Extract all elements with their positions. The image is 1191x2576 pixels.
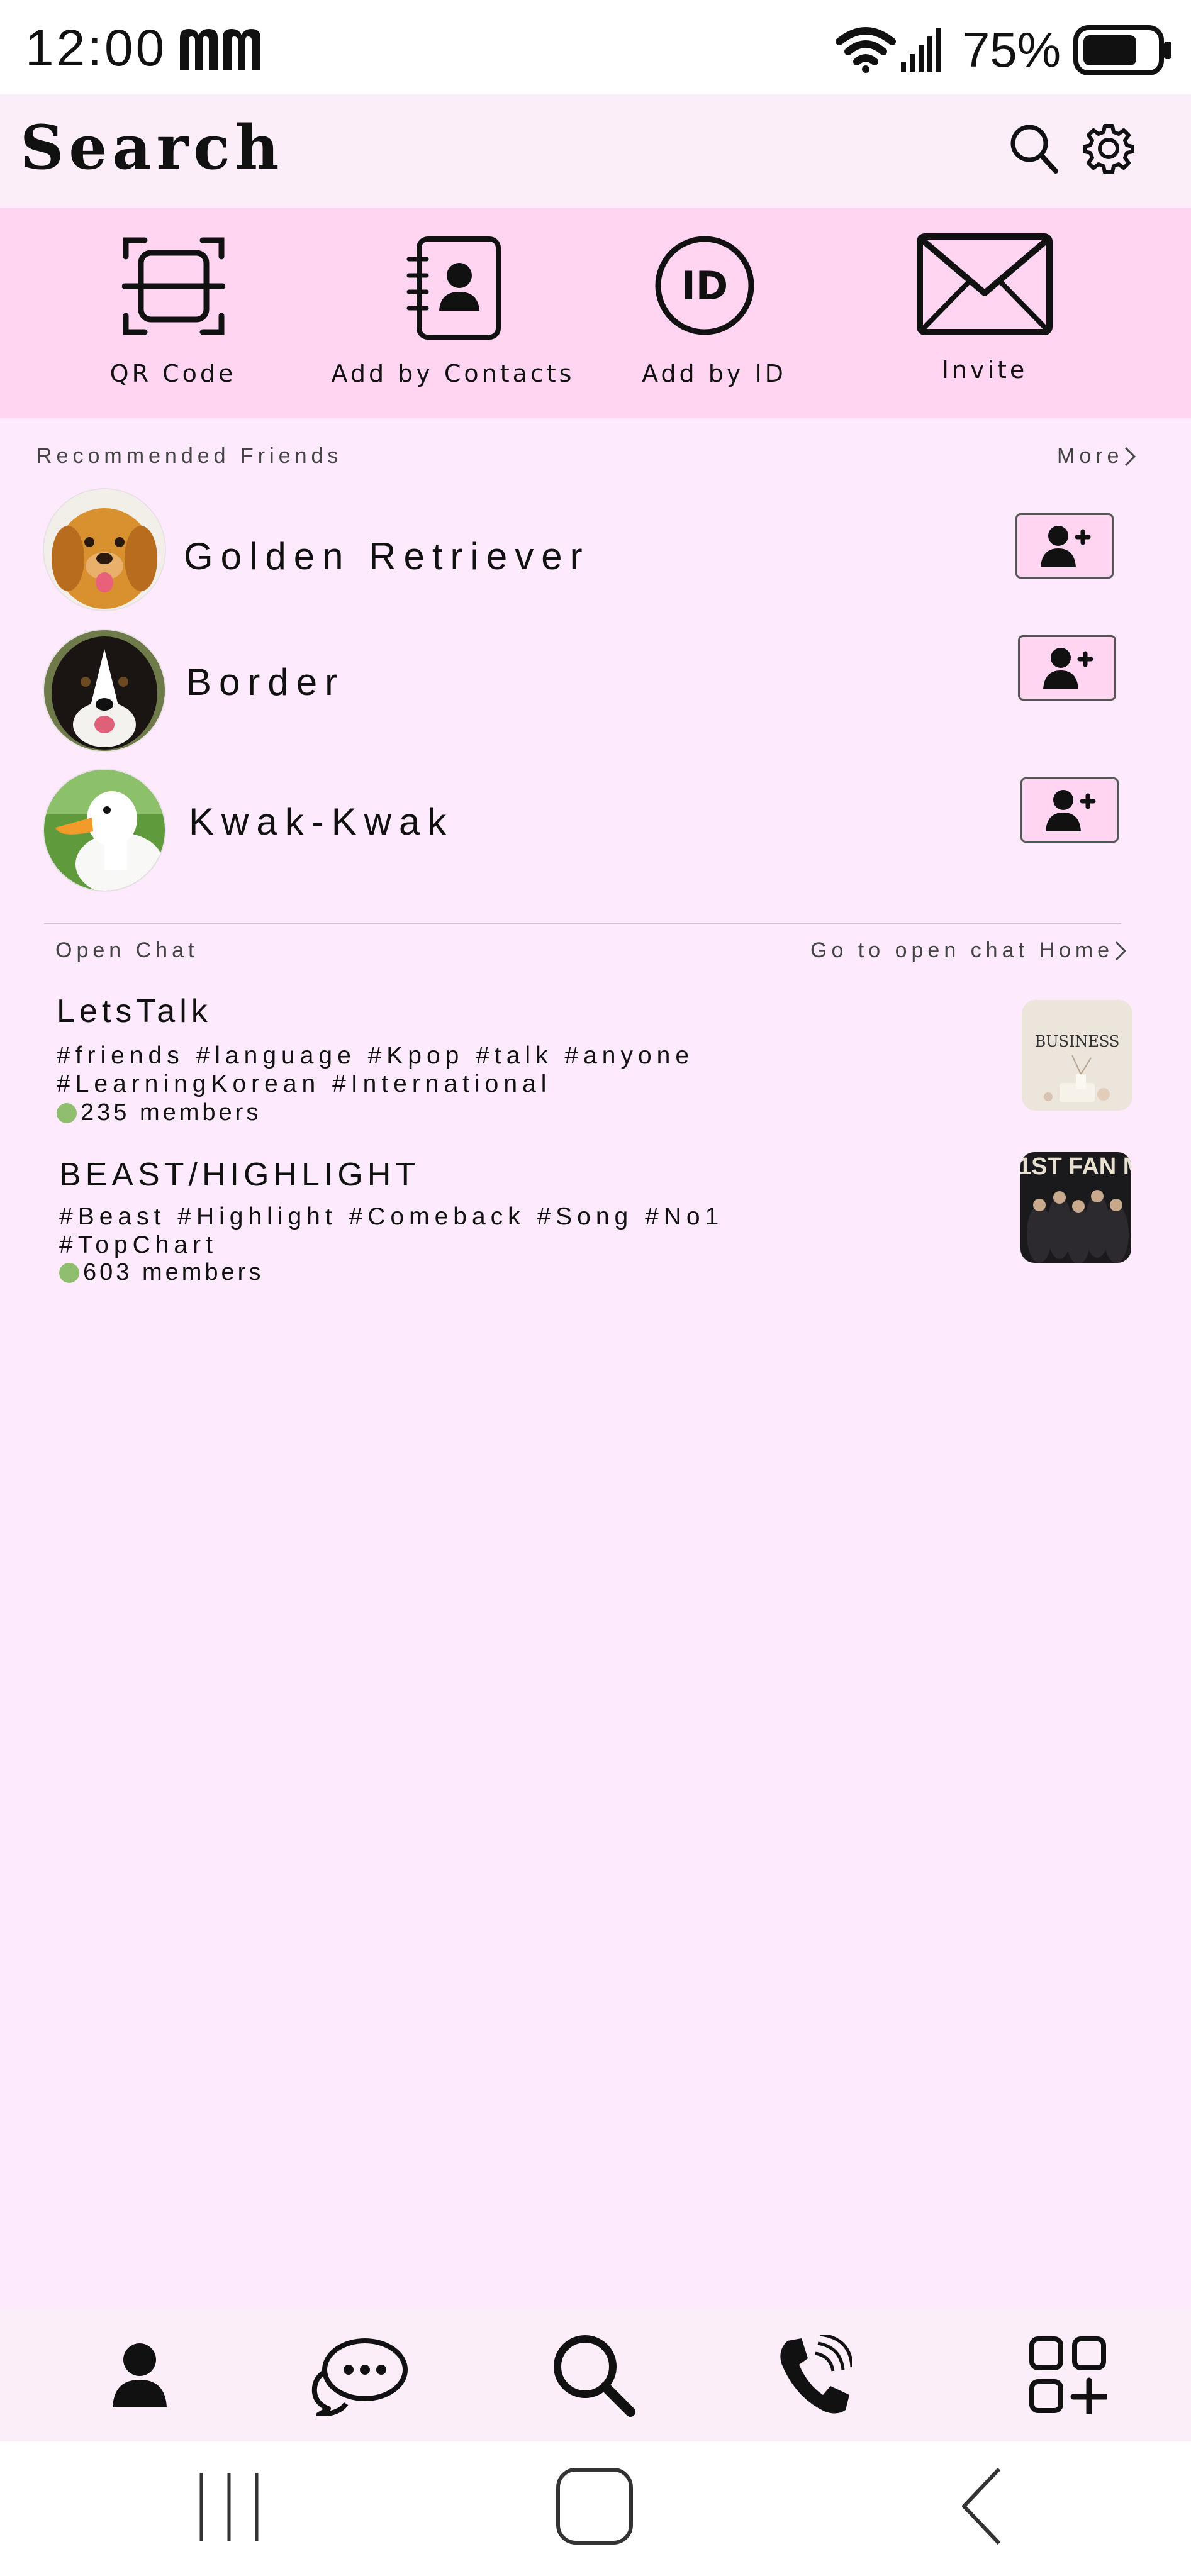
- add-friend-button[interactable]: [1018, 635, 1116, 701]
- more-link[interactable]: More: [1057, 444, 1137, 469]
- notification-m-icon: [180, 29, 260, 70]
- chevron-right-icon: [1125, 447, 1136, 466]
- nav-chats-tab[interactable]: [297, 2309, 423, 2441]
- search-icon[interactable]: [1009, 122, 1060, 175]
- recommended-friends-label: Recommended Friends: [36, 444, 343, 468]
- avatar-border[interactable]: [43, 629, 166, 752]
- border-collie-photo: [44, 630, 165, 751]
- svg-text:ID: ID: [681, 263, 729, 309]
- status-time: 12:00: [25, 19, 167, 77]
- open-chat-title: LetsTalk: [57, 993, 212, 1030]
- open-chat-tags: #Beast #Highlight #Comeback #Song #No1 #…: [59, 1203, 724, 1258]
- recent-apps-icon[interactable]: [195, 2469, 264, 2545]
- add-person-icon: [1046, 790, 1096, 831]
- add-by-id-button[interactable]: ID Add by ID: [629, 208, 799, 418]
- invite-label: Invite: [941, 356, 1028, 384]
- battery-percent: 75%: [963, 22, 1061, 77]
- open-chat-thumbnail: 1ST FAN MA: [1020, 1152, 1131, 1263]
- system-navigation: [0, 2441, 1191, 2576]
- nav-search-tab[interactable]: [531, 2309, 657, 2441]
- page-title: Search: [20, 112, 284, 183]
- members-avatar-icon: [57, 1102, 77, 1123]
- nav-calls-tab[interactable]: [751, 2309, 877, 2441]
- add-by-contacts-label: Add by Contacts: [331, 360, 575, 387]
- nav-friends-tab[interactable]: [77, 2309, 203, 2441]
- open-chat-item[interactable]: LetsTalk #friends #language #Kpop #talk …: [50, 987, 1145, 1132]
- open-chat-item[interactable]: BEAST/HIGHLIGHT #Beast #Highlight #Comeb…: [53, 1152, 1148, 1297]
- add-by-id-label: Add by ID: [642, 360, 786, 387]
- friend-name: Kwak-Kwak: [189, 801, 454, 843]
- open-chat-members: 235 members: [57, 1099, 261, 1126]
- back-icon[interactable]: [959, 2467, 1003, 2546]
- quick-actions-bar: QR Code Add by Contacts ID Add by ID Inv…: [0, 208, 1191, 418]
- add-person-icon: [1041, 526, 1091, 567]
- qr-code-label: QR Code: [109, 360, 237, 387]
- home-icon[interactable]: [555, 2467, 634, 2546]
- envelope-icon: [917, 233, 1053, 335]
- avatar-golden-retriever[interactable]: [43, 488, 166, 611]
- contacts-book-icon: [406, 236, 501, 340]
- open-chat-tags: #friends #language #Kpop #talk #anyone #…: [57, 1042, 695, 1097]
- id-circle-icon: ID: [655, 236, 754, 335]
- gear-icon[interactable]: [1082, 122, 1135, 175]
- more-link-label: More: [1057, 444, 1124, 468]
- avatar-kwak-kwak[interactable]: [43, 769, 166, 892]
- golden-retriever-photo: [44, 489, 165, 610]
- band-photo: [1027, 1190, 1129, 1263]
- notification-icons: [177, 24, 263, 74]
- signal-icon: [901, 28, 941, 72]
- bottom-navigation: [0, 2309, 1191, 2441]
- chevron-right-icon: [1116, 941, 1127, 960]
- apps-grid-plus-icon: [1029, 2336, 1107, 2414]
- open-chat-members: 603 members: [59, 1259, 264, 1286]
- open-chat-label: Open Chat: [55, 938, 199, 962]
- qr-scan-icon: [122, 237, 225, 335]
- open-chat-member-count: 235 members: [81, 1099, 262, 1126]
- nav-more-tab[interactable]: [1005, 2309, 1131, 2441]
- open-chat-title: BEAST/HIGHLIGHT: [59, 1157, 420, 1193]
- duck-photo: [44, 770, 165, 891]
- add-person-icon: [1043, 648, 1093, 689]
- open-chat-home-label: Go to open chat Home: [810, 938, 1114, 962]
- open-chat-member-count: 603 members: [83, 1259, 264, 1285]
- add-friend-button[interactable]: [1015, 513, 1114, 579]
- open-chat-home-link[interactable]: Go to open chat Home: [810, 938, 1127, 963]
- business-photo: [1044, 1055, 1110, 1102]
- members-avatar-icon: [59, 1262, 79, 1283]
- friend-name: Border: [186, 661, 345, 703]
- section-divider: [44, 923, 1121, 924]
- chat-bubble-icon: [311, 2338, 408, 2416]
- friend-name: Golden Retriever: [184, 535, 590, 577]
- open-chat-thumbnail: BUSINESS: [1022, 1000, 1132, 1111]
- wifi-icon: [836, 27, 896, 73]
- person-icon: [113, 2343, 167, 2407]
- qr-code-button[interactable]: QR Code: [88, 208, 258, 418]
- invite-button[interactable]: Invite: [900, 208, 1070, 418]
- phone-icon: [780, 2334, 852, 2414]
- search-icon: [554, 2335, 635, 2417]
- add-friend-button[interactable]: [1020, 777, 1119, 843]
- add-by-contacts-button[interactable]: Add by Contacts: [327, 208, 579, 418]
- battery-icon: [1073, 25, 1171, 75]
